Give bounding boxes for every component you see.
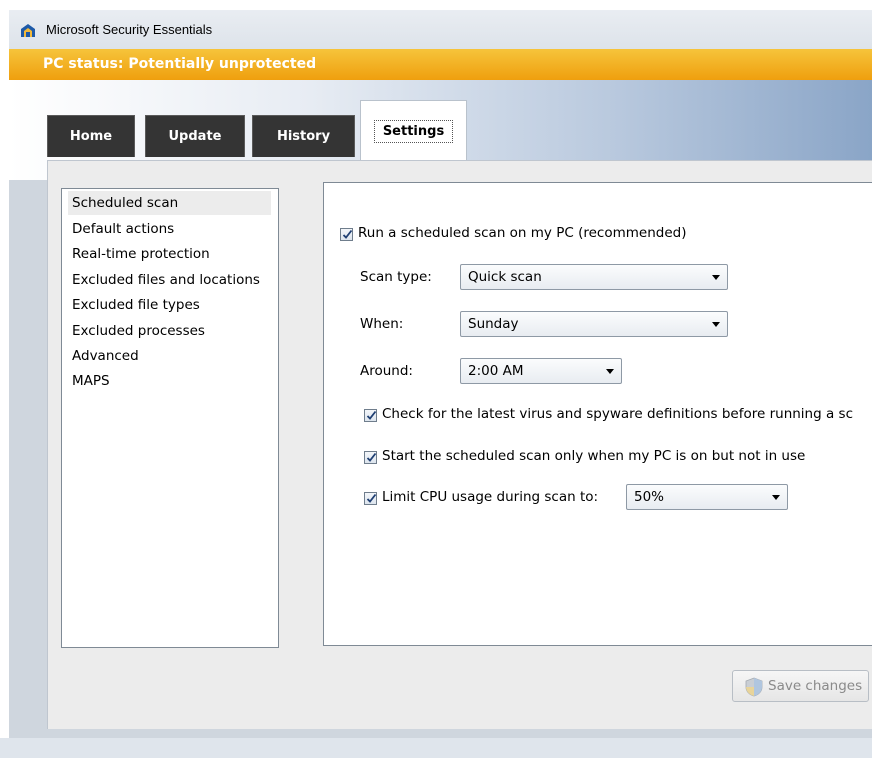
tab-settings-label: Settings: [373, 120, 454, 143]
window-bottom-edge: [0, 738, 872, 758]
tab-home-label: Home: [69, 129, 113, 144]
nav-item-real-time-protection[interactable]: Real-time protection: [70, 242, 210, 266]
app-logo-icon: [21, 24, 35, 37]
checkmark-icon: [366, 452, 377, 462]
checkmark-icon: [366, 493, 377, 503]
only-idle-label: Start the scheduled scan only when my PC…: [382, 448, 806, 464]
tab-home[interactable]: Home: [47, 115, 135, 157]
chevron-down-icon: [606, 369, 614, 374]
nav-item-scheduled-scan[interactable]: Scheduled scan: [70, 191, 178, 215]
pc-status-text: PC status: Potentially unprotected: [43, 56, 317, 72]
app-window: Microsoft Security Essentials PC status:…: [9, 10, 872, 758]
around-value: 2:00 AM: [468, 363, 524, 379]
run-scheduled-label: Run a scheduled scan on my PC (recommend…: [358, 225, 687, 241]
around-label: Around:: [360, 363, 413, 379]
when-dropdown[interactable]: Sunday: [460, 311, 728, 337]
tab-update[interactable]: Update: [145, 115, 245, 157]
limit-cpu-label: Limit CPU usage during scan to:: [382, 489, 599, 505]
tab-settings[interactable]: Settings: [360, 100, 467, 162]
tab-update-label: Update: [168, 129, 222, 144]
scan-type-value: Quick scan: [468, 269, 542, 285]
scan-type-label: Scan type:: [360, 269, 432, 285]
nav-item-excluded-processes[interactable]: Excluded processes: [70, 319, 205, 343]
when-value: Sunday: [468, 316, 519, 332]
when-label: When:: [360, 316, 404, 332]
save-changes-label: Save changes: [768, 678, 863, 694]
cpu-limit-dropdown[interactable]: 50%: [626, 484, 788, 510]
settings-nav-list: Scheduled scan Default actions Real-time…: [61, 188, 279, 648]
run-scheduled-checkbox[interactable]: [340, 228, 353, 241]
shield-icon: [745, 677, 763, 697]
nav-item-default-actions[interactable]: Default actions: [70, 217, 174, 241]
scan-type-dropdown[interactable]: Quick scan: [460, 264, 728, 290]
chevron-down-icon: [772, 495, 780, 500]
checkmark-icon: [342, 229, 353, 239]
check-definitions-checkbox[interactable]: [364, 409, 377, 422]
limit-cpu-checkbox[interactable]: [364, 492, 377, 505]
status-bar: PC status: Potentially unprotected: [9, 49, 872, 80]
chevron-down-icon: [712, 275, 720, 280]
title-bar: Microsoft Security Essentials: [9, 10, 872, 49]
cpu-limit-value: 50%: [634, 489, 665, 505]
save-changes-button[interactable]: Save changes: [732, 670, 869, 702]
nav-item-maps[interactable]: MAPS: [70, 369, 110, 393]
checkmark-icon: [366, 410, 377, 420]
nav-item-advanced[interactable]: Advanced: [70, 344, 139, 368]
window-title: Microsoft Security Essentials: [46, 22, 213, 37]
only-idle-checkbox[interactable]: [364, 451, 377, 464]
scheduled-scan-panel: Run a scheduled scan on my PC (recommend…: [323, 182, 872, 646]
check-definitions-label: Check for the latest virus and spyware d…: [382, 406, 853, 422]
nav-item-excluded-file-types[interactable]: Excluded file types: [70, 293, 200, 317]
around-dropdown[interactable]: 2:00 AM: [460, 358, 622, 384]
chevron-down-icon: [712, 322, 720, 327]
tab-history[interactable]: History: [252, 115, 355, 157]
nav-item-excluded-files[interactable]: Excluded files and locations: [70, 268, 260, 292]
tab-history-label: History: [276, 129, 331, 144]
